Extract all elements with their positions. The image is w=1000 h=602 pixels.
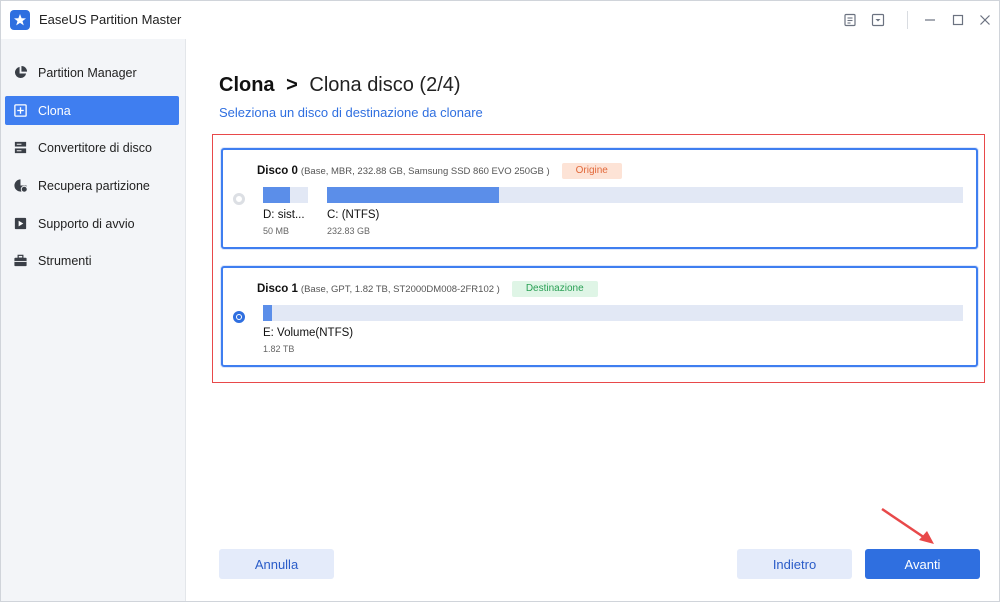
back-button[interactable]: Indietro [737,549,852,579]
disk-0-info: (Base, MBR, 232.88 GB, Samsung SSD 860 E… [300,165,550,177]
breadcrumb-current: Clona disco (2/4) [309,74,461,96]
disk-card-0[interactable]: Disco 0 (Base, MBR, 232.88 GB, Samsung S… [221,148,978,249]
title-bar: EaseUS Partition Master [1,1,999,39]
sidebar-item-supporto-avvio[interactable]: Supporto di avvio [5,209,179,238]
pie-chart-icon [12,65,28,81]
sidebar-item-label: Partition Manager [38,65,137,80]
convert-icon [12,140,28,156]
feedback-icon[interactable] [841,11,859,29]
bootable-media-icon [12,216,28,232]
breadcrumb-root: Clona [219,74,275,96]
app-logo-icon [10,10,30,30]
sidebar-item-label: Clona [38,103,71,118]
minimize-icon[interactable] [921,11,939,29]
toolbox-icon [12,253,28,269]
breadcrumb-separator: > [286,74,298,96]
cancel-button[interactable]: Annulla [219,549,334,579]
sidebar-item-convertitore[interactable]: Convertitore di disco [5,133,179,162]
close-icon[interactable] [976,11,994,29]
sidebar-item-strumenti[interactable]: Strumenti [5,246,179,275]
disk-0-radio[interactable] [233,193,245,205]
partition-d-size: 50 MB [263,226,290,236]
clone-icon [12,103,28,119]
recover-icon [12,178,28,194]
partition-e-name: E: Volume(NTFS) [263,327,354,339]
sidebar-item-label: Strumenti [38,253,92,268]
partition-e-size: 1.82 TB [263,344,295,354]
sidebar-item-partition-manager[interactable]: Partition Manager [5,58,179,87]
sidebar-item-label: Recupera partizione [38,178,150,193]
partition-bar-e [263,305,963,321]
destination-badge: Destinazione [511,281,598,297]
annotation-arrow-icon [881,507,934,544]
partition-bar-d [263,187,308,203]
disk-1-name: Disco 1 [257,283,298,295]
next-button[interactable]: Avanti [865,549,980,579]
page-subtitle: Seleziona un disco di destinazione da cl… [219,105,483,120]
partition-bar-d-fill [263,187,290,203]
partition-d-name: D: sist... [263,209,305,221]
disk-1-info: (Base, GPT, 1.82 TB, ST2000DM008-2FR102 … [300,283,500,295]
sidebar-item-label: Convertitore di disco [38,140,152,155]
partition-bar-c [327,187,963,203]
partition-bar-e-fill [263,305,273,321]
sidebar: Partition Manager Clona Convertitore di … [1,39,186,601]
disk-0-title: Disco 0 (Base, MBR, 232.88 GB, Samsung S… [257,163,622,179]
maximize-icon[interactable] [949,11,967,29]
page-title: Clona > Clona disco (2/4) [219,74,461,97]
disk-1-title: Disco 1 (Base, GPT, 1.82 TB, ST2000DM008… [257,281,598,297]
sidebar-item-label: Supporto di avvio [38,216,135,231]
sidebar-item-clona[interactable]: Clona [5,96,179,125]
disk-1-radio[interactable] [233,311,245,323]
disk-card-1[interactable]: Disco 1 (Base, GPT, 1.82 TB, ST2000DM008… [221,266,978,367]
partition-bar-c-fill [327,187,499,203]
app-title: EaseUS Partition Master [39,12,182,27]
disk-0-name: Disco 0 [257,165,298,177]
sidebar-item-recupera[interactable]: Recupera partizione [5,171,179,200]
titlebar-separator [907,11,908,29]
menu-dropdown-icon[interactable] [869,11,887,29]
partition-c-size: 232.83 GB [327,226,371,236]
app-window: EaseUS Partition Master Partition Manage… [0,0,1000,602]
origin-badge: Origine [561,163,622,179]
partition-c-name: C: (NTFS) [327,209,380,221]
